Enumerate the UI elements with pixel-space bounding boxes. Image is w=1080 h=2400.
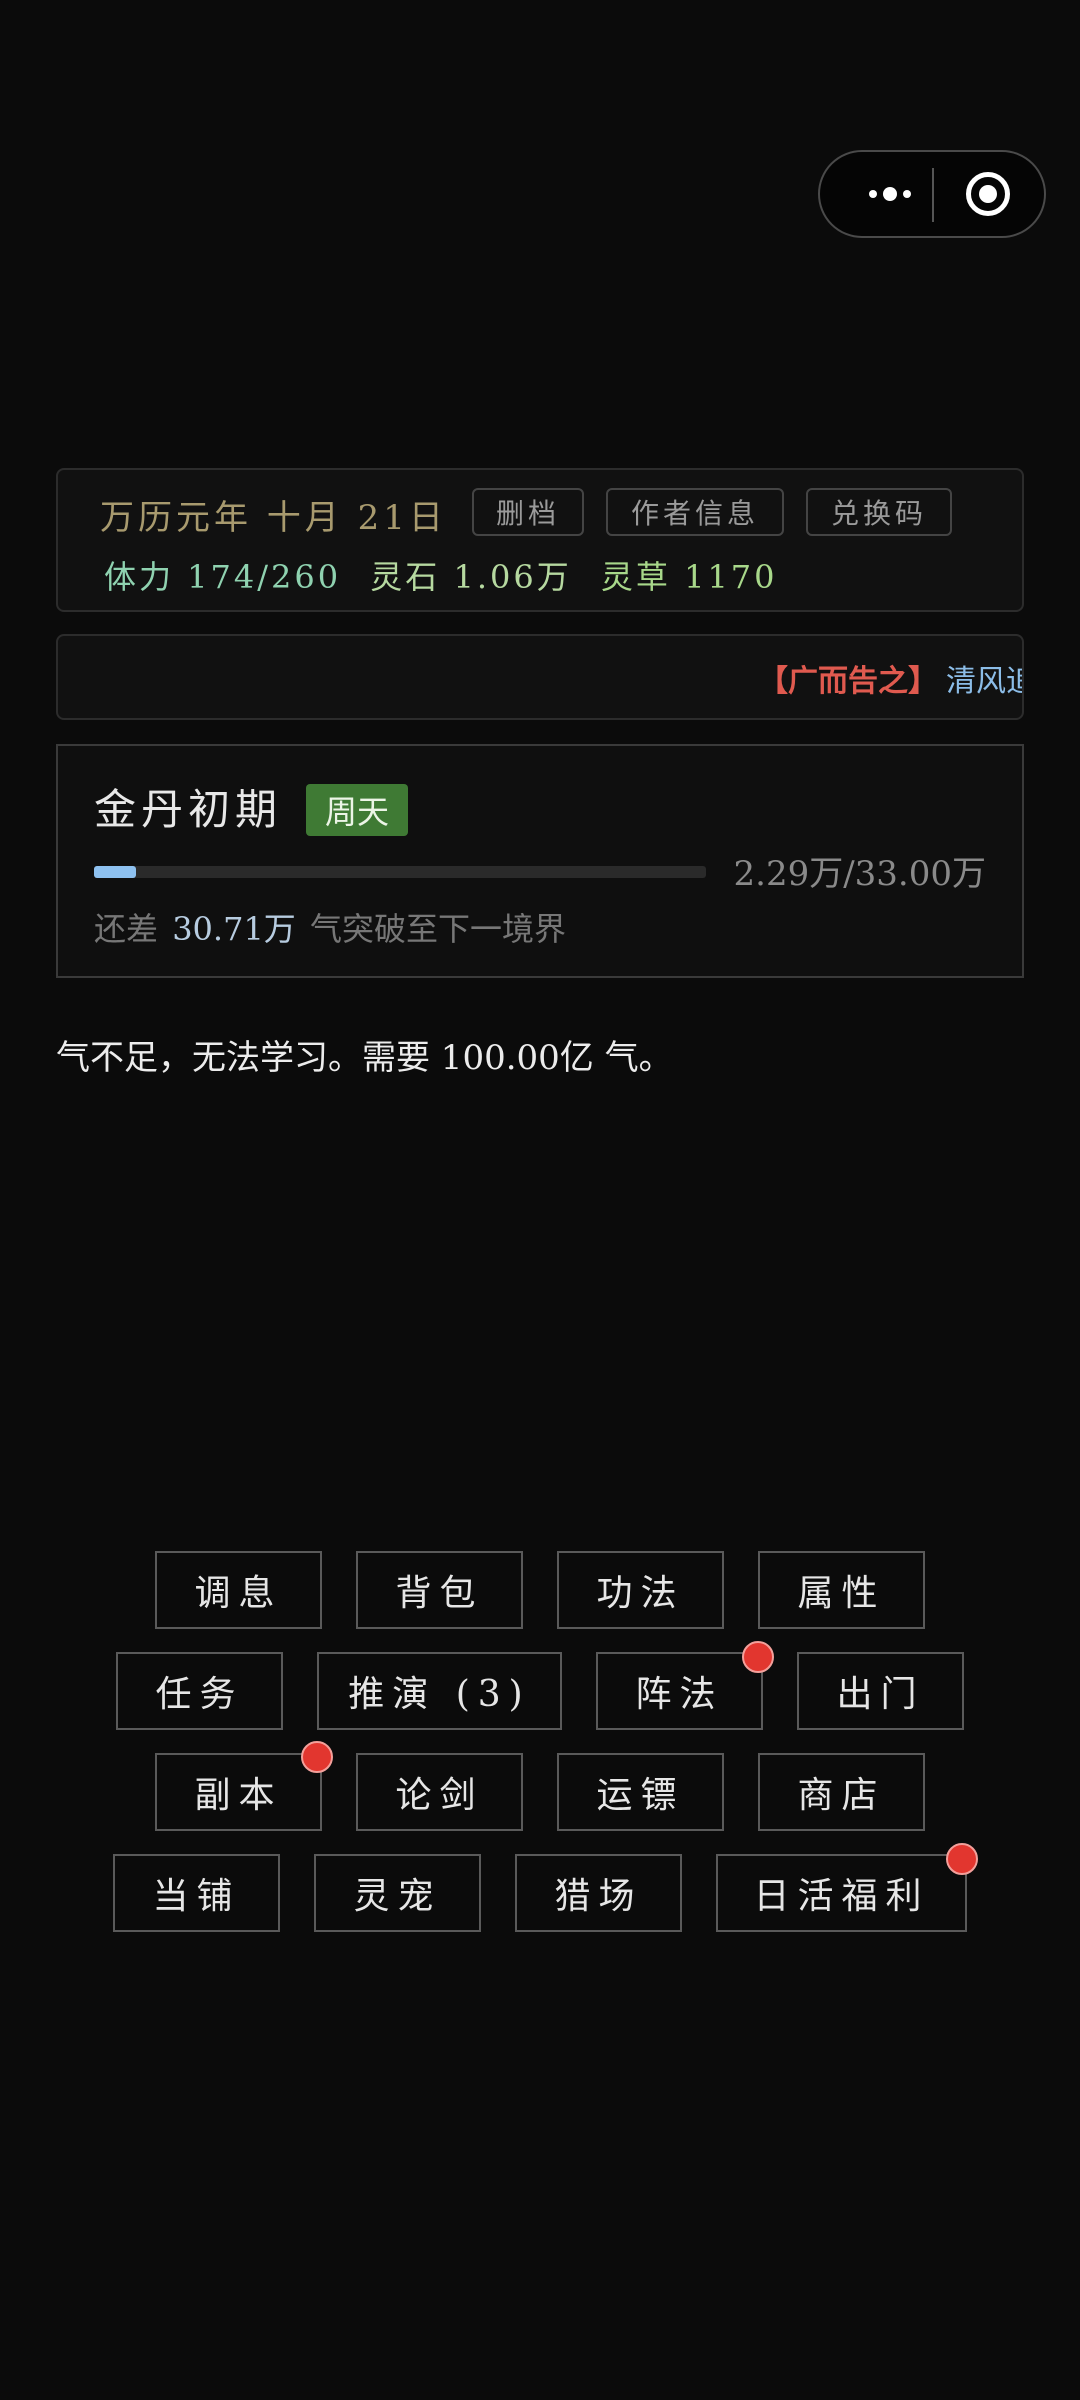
announcement-bar[interactable]: 【广而告之】清风追	[56, 634, 1024, 720]
spirit-herb-value: 灵草 1170	[600, 558, 778, 596]
tasks-button[interactable]: 任务	[116, 1652, 283, 1730]
announcement-tag: 【广而告之】	[758, 664, 938, 699]
hint-suffix: 气突破至下一境界	[309, 910, 566, 948]
skills-button[interactable]: 功法	[557, 1551, 724, 1629]
rest-button[interactable]: 调息	[155, 1551, 322, 1629]
escort-button[interactable]: 运镖	[557, 1753, 724, 1831]
deduce-button[interactable]: 推演 (3)	[317, 1652, 562, 1730]
dungeon-notification-dot	[301, 1741, 333, 1773]
realm-panel: 金丹初期 周天 2.29万/33.00万 还差 30.71万 气突破至下一境界	[56, 744, 1024, 978]
announcement-marquee: 【广而告之】清风追	[758, 656, 1022, 700]
more-options-button[interactable]	[850, 152, 930, 236]
status-panel: 万历元年 十月 21日 删档 作者信息 兑换码 体力 174/260 灵石 1.…	[56, 468, 1024, 612]
daily-welfare-notification-dot	[946, 1843, 978, 1875]
resource-bar: 体力 174/260 灵石 1.06万 灵草 1170	[104, 552, 778, 598]
spirit-stone-value: 灵石 1.06万	[370, 558, 572, 596]
delete-save-button[interactable]: 删档	[472, 488, 584, 536]
cultivation-progress-fill	[94, 866, 137, 878]
hint-amount: 30.71万	[172, 910, 296, 948]
shop-button[interactable]: 商店	[758, 1753, 925, 1831]
more-dot-icon	[883, 187, 897, 201]
more-dot-icon	[869, 190, 877, 198]
pawnshop-button[interactable]: 当铺	[113, 1854, 280, 1932]
hunting-button[interactable]: 猎场	[515, 1854, 682, 1932]
attributes-button[interactable]: 属性	[758, 1551, 925, 1629]
sword-duel-button[interactable]: 论剑	[356, 1753, 523, 1831]
dungeon-button[interactable]: 副本	[155, 1753, 322, 1831]
more-dot-icon	[903, 190, 911, 198]
redeem-code-button[interactable]: 兑换码	[806, 488, 952, 536]
breakthrough-hint: 还差 30.71万 气突破至下一境界	[94, 904, 566, 950]
go-out-button[interactable]: 出门	[797, 1652, 964, 1730]
stamina-value: 体力 174/260	[104, 558, 342, 596]
miniprogram-capsule	[818, 150, 1046, 238]
pet-button[interactable]: 灵宠	[314, 1854, 481, 1932]
realm-badge: 周天	[306, 784, 408, 836]
author-info-button[interactable]: 作者信息	[606, 488, 784, 536]
game-date: 万历元年 十月 21日	[100, 498, 447, 538]
formation-button[interactable]: 阵法	[596, 1652, 763, 1730]
announcement-text: 清风追	[946, 664, 1022, 699]
realm-name: 金丹初期	[94, 785, 283, 834]
hint-prefix: 还差	[94, 910, 159, 948]
bag-button[interactable]: 背包	[356, 1551, 523, 1629]
capsule-divider	[932, 168, 934, 222]
formation-notification-dot	[742, 1641, 774, 1673]
daily-welfare-button[interactable]: 日活福利	[716, 1854, 967, 1932]
system-message: 气不足，无法学习。需要 100.00亿 气。	[56, 1038, 673, 1078]
close-miniprogram-icon[interactable]	[966, 172, 1010, 216]
cultivation-progress-text: 2.29万/33.00万	[733, 854, 987, 894]
cultivation-progress-bar	[94, 866, 706, 878]
